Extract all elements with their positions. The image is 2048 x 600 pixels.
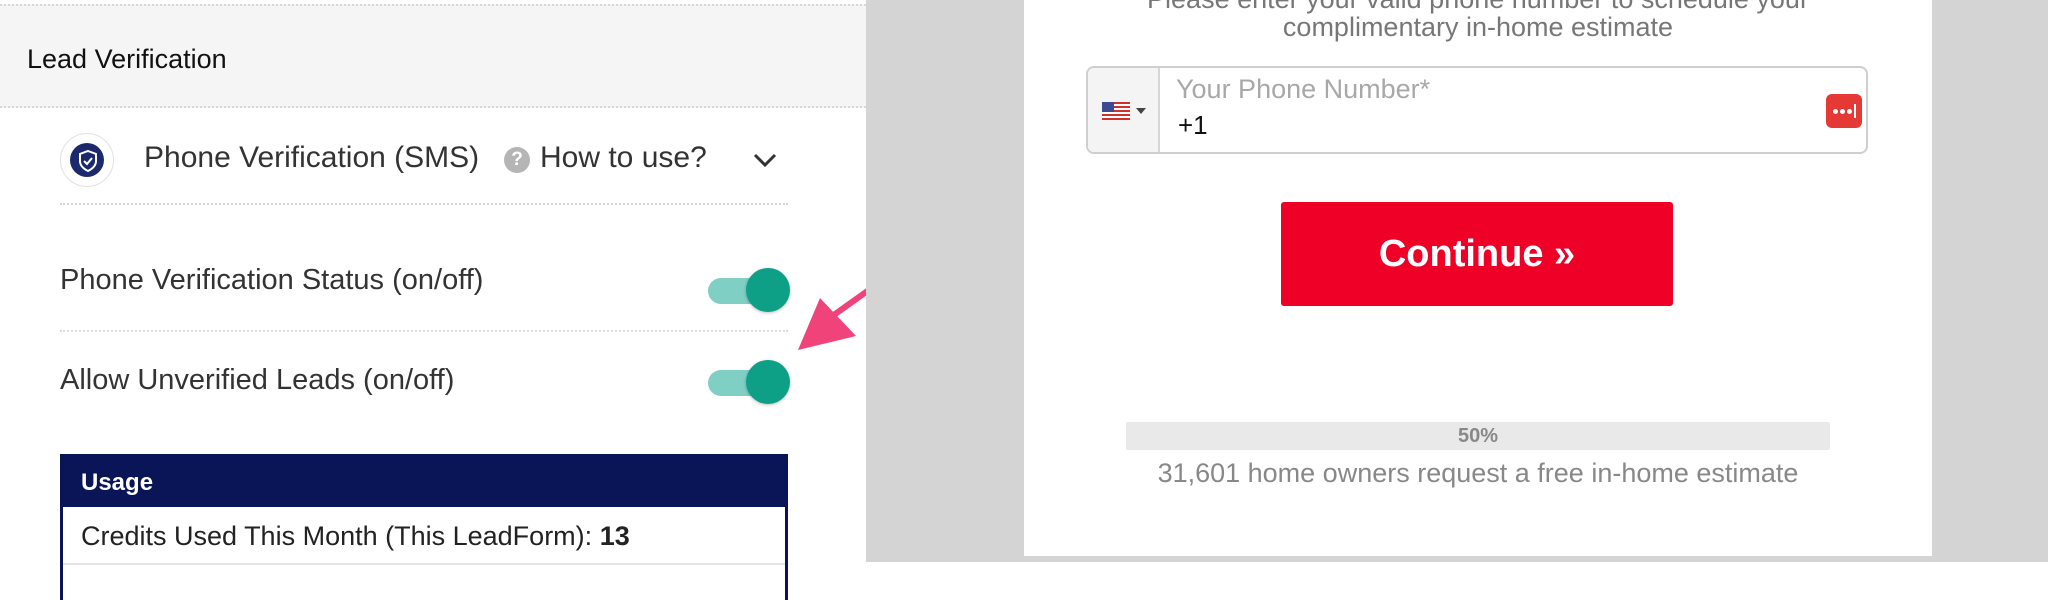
progress-bar: 50% bbox=[1126, 422, 1830, 450]
continue-button[interactable]: Continue » bbox=[1281, 202, 1673, 306]
phone-verification-row[interactable]: Phone Verification (SMS) ? How to use? bbox=[60, 127, 788, 205]
usage-table: Usage Credits Used This Month (This Lead… bbox=[60, 454, 788, 600]
phone-input-field[interactable]: Your Phone Number* +1 bbox=[1086, 66, 1868, 154]
section-title: Lead Verification bbox=[27, 44, 227, 74]
password-manager-icon[interactable] bbox=[1826, 94, 1862, 128]
shield-icon bbox=[60, 133, 114, 187]
toggle-row-allow-unverified: Allow Unverified Leads (on/off) bbox=[60, 340, 790, 418]
country-selector[interactable] bbox=[1088, 68, 1160, 152]
caret-down-icon bbox=[1136, 108, 1146, 114]
us-flag-icon bbox=[1102, 102, 1130, 120]
phone-placeholder: Your Phone Number* bbox=[1176, 74, 1431, 104]
chevron-down-icon[interactable] bbox=[748, 143, 782, 177]
credits-value: 13 bbox=[599, 521, 630, 551]
how-to-use-link[interactable]: How to use? bbox=[540, 141, 707, 175]
intro-text-line2: complimentary in-home estimate bbox=[1282, 12, 1674, 42]
allow-unverified-toggle[interactable] bbox=[708, 360, 790, 404]
settings-panel: Lead Verification Phone Verification (SM… bbox=[0, 0, 866, 600]
verification-status-toggle[interactable] bbox=[708, 268, 790, 312]
progress-label: 50% bbox=[1457, 425, 1499, 447]
help-icon[interactable]: ? bbox=[504, 147, 530, 173]
section-header: Lead Verification bbox=[0, 4, 866, 108]
social-proof-text: 31,601 home owners request a free in-hom… bbox=[1157, 458, 1799, 488]
form-preview-card: Please enter your valid phone number to … bbox=[1024, 0, 1932, 556]
phone-verification-label: Phone Verification (SMS) bbox=[144, 141, 480, 174]
phone-value[interactable]: +1 bbox=[1178, 110, 1208, 141]
usage-header: Usage bbox=[63, 457, 785, 507]
usage-title: Usage bbox=[81, 469, 154, 496]
toggle-label: Phone Verification Status (on/off) bbox=[60, 264, 484, 296]
credits-label: Credits Used This Month (This LeadForm): bbox=[81, 521, 593, 551]
credits-used-row: Credits Used This Month (This LeadForm):… bbox=[81, 521, 630, 552]
toggle-label: Allow Unverified Leads (on/off) bbox=[60, 364, 455, 396]
toggle-row-verification-status: Phone Verification Status (on/off) bbox=[60, 244, 790, 332]
